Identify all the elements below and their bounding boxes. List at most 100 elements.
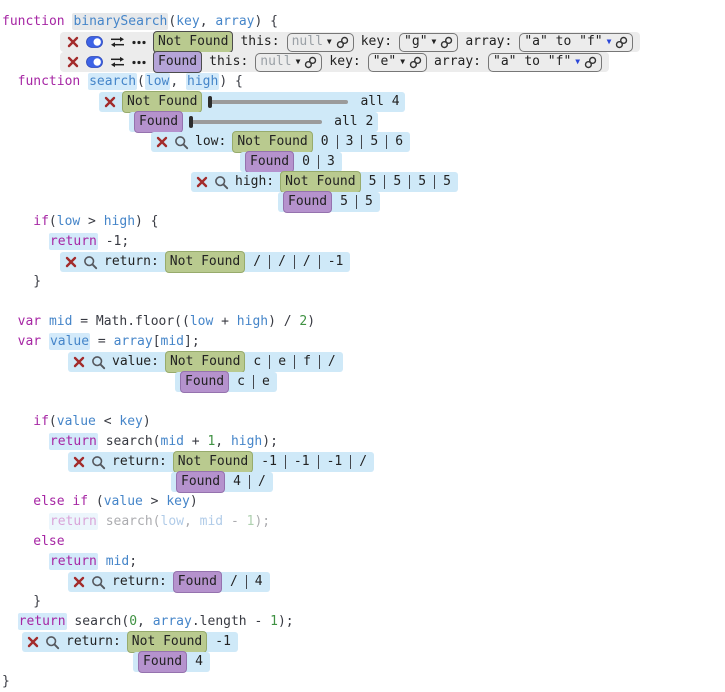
slider-handle[interactable]: [189, 116, 193, 128]
value-cell: -1: [292, 452, 312, 472]
inspect-icon[interactable]: [174, 135, 189, 150]
remove-icon[interactable]: [67, 36, 79, 48]
remove-icon[interactable]: [27, 636, 39, 648]
link-icon[interactable]: [304, 56, 317, 69]
value-cell: 3: [344, 132, 356, 152]
probe-row: low:Not Found0356: [151, 132, 410, 152]
code-token[interactable]: return: [49, 513, 98, 530]
link-icon[interactable]: [440, 36, 453, 49]
probe-row: Found55: [278, 192, 380, 212]
more-icon[interactable]: [132, 60, 146, 65]
status-badge-found[interactable]: Found: [173, 571, 222, 593]
inspect-icon[interactable]: [91, 455, 106, 470]
status-badge-not-found[interactable]: Not Found: [232, 131, 312, 153]
code-token[interactable]: binarySearch: [72, 13, 168, 30]
toggle-icon[interactable]: [86, 56, 103, 68]
value-cell: -1: [325, 452, 345, 472]
code-token: function: [18, 74, 88, 89]
probe-line: Foundce: [2, 372, 725, 392]
inspect-icon[interactable]: [45, 635, 60, 650]
remove-icon[interactable]: [73, 456, 85, 468]
code-token: = Math.floor((: [72, 314, 189, 329]
slider[interactable]: [208, 96, 354, 108]
probe-header-line: Foundthis:null▼key:"e"▼array:"a" to "f"▼: [2, 52, 725, 72]
inspect-icon[interactable]: [91, 575, 106, 590]
inspect-icon[interactable]: [83, 255, 98, 270]
value-cell: 3: [325, 152, 337, 172]
inspect-icon[interactable]: [91, 355, 106, 370]
more-icon[interactable]: [132, 40, 146, 45]
status-badge-found[interactable]: Found: [138, 651, 187, 673]
code-token: mid: [200, 514, 223, 529]
value-dropdown[interactable]: "g" ▼: [399, 33, 458, 52]
status-badge-not-found[interactable]: Not Found: [280, 171, 360, 193]
code-token: ,: [184, 514, 200, 529]
slider-track[interactable]: [189, 120, 322, 124]
probe-row: return:Not Found-1-1-1/: [68, 452, 374, 472]
status-badge-not-found[interactable]: Not Found: [127, 631, 207, 653]
swap-icon[interactable]: [110, 56, 125, 68]
value-dropdown[interactable]: "e"▼: [368, 53, 427, 72]
code-token: low: [190, 314, 213, 329]
value-cell: 5: [416, 172, 428, 192]
status-badge-found[interactable]: Found: [176, 471, 225, 493]
probe-line: return:Not Found-1-1-1/: [2, 452, 725, 472]
remove-icon[interactable]: [104, 96, 116, 108]
probe-row: Foundall 2: [129, 112, 378, 132]
status-badge-not-found[interactable]: Not Found: [153, 31, 233, 53]
probe-line: return:Found/4: [2, 572, 725, 592]
swap-icon[interactable]: [110, 36, 125, 48]
inspect-icon[interactable]: [214, 175, 229, 190]
probe-row: high:Not Found5555: [191, 172, 458, 192]
value-dropdown[interactable]: "a" to "f"▼: [488, 53, 602, 72]
remove-icon[interactable]: [156, 136, 168, 148]
status-badge-found[interactable]: Found: [180, 371, 229, 393]
slider-track[interactable]: [208, 100, 348, 104]
code-token[interactable]: value: [49, 333, 90, 350]
remove-icon[interactable]: [73, 576, 85, 588]
dropdown-value: "g": [404, 32, 427, 52]
code-token[interactable]: high: [186, 73, 219, 90]
code-token[interactable]: search: [88, 73, 137, 90]
value-dropdown[interactable]: null▼: [287, 33, 354, 52]
code-line: }: [2, 592, 725, 612]
value-cell: -1: [213, 632, 233, 652]
probe-label: high:: [235, 172, 274, 192]
status-badge-found[interactable]: Found: [153, 51, 202, 73]
code-token[interactable]: return: [49, 233, 98, 250]
slider-handle[interactable]: [208, 96, 212, 108]
status-badge-not-found[interactable]: Not Found: [173, 451, 253, 473]
link-icon[interactable]: [615, 36, 628, 49]
status-badge-not-found[interactable]: Not Found: [122, 91, 202, 113]
status-badge-not-found[interactable]: Not Found: [165, 251, 245, 273]
code-token[interactable]: return: [18, 613, 67, 630]
remove-icon[interactable]: [65, 256, 77, 268]
code-token: mid: [161, 334, 184, 349]
value-dropdown[interactable]: null▼: [255, 53, 322, 72]
status-badge-not-found[interactable]: Not Found: [165, 351, 245, 373]
dropdown-caret-icon: ▼: [432, 38, 437, 46]
code-token: [: [153, 334, 161, 349]
remove-icon[interactable]: [196, 176, 208, 188]
link-icon[interactable]: [409, 56, 422, 69]
link-icon[interactable]: [336, 36, 349, 49]
remove-icon[interactable]: [67, 56, 79, 68]
slider[interactable]: [189, 116, 328, 128]
field-label: key:: [329, 52, 360, 72]
code-token[interactable]: return: [49, 433, 98, 450]
value-cell: /: [251, 252, 263, 272]
code-token: );: [262, 434, 278, 449]
code-token[interactable]: low: [145, 73, 170, 90]
toggle-icon[interactable]: [86, 36, 103, 48]
remove-icon[interactable]: [73, 356, 85, 368]
link-icon[interactable]: [584, 56, 597, 69]
code-token: ) {: [254, 14, 277, 29]
status-badge-found[interactable]: Found: [283, 191, 332, 213]
probe-row: return:Found/4: [68, 572, 270, 592]
status-badge-found[interactable]: Found: [245, 151, 294, 173]
value-cell: /: [256, 472, 268, 492]
code-token: ): [307, 314, 315, 329]
status-badge-found[interactable]: Found: [134, 111, 183, 133]
code-token[interactable]: return: [49, 553, 98, 570]
value-dropdown[interactable]: "a" to "f"▼: [519, 33, 633, 52]
